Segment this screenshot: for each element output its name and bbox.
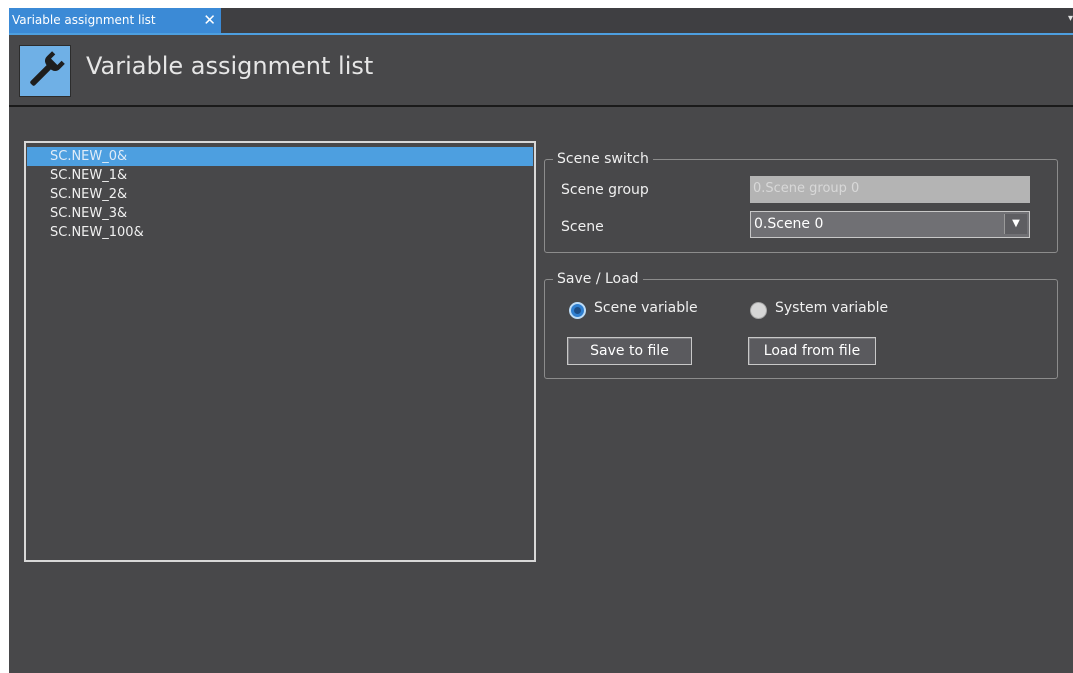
- list-item[interactable]: SC.NEW_0&: [27, 147, 533, 166]
- list-item[interactable]: SC.NEW_1&: [27, 165, 533, 186]
- radio-checked-icon[interactable]: [569, 302, 586, 319]
- list-item[interactable]: SC.NEW_2&: [27, 184, 533, 205]
- wrench-icon: [19, 45, 71, 97]
- save-to-file-button[interactable]: Save to file: [567, 337, 692, 365]
- tab-variable-assignment-list[interactable]: Variable assignment list ✕: [9, 8, 221, 33]
- scene-variable-label: Scene variable: [594, 300, 698, 316]
- system-variable-radio[interactable]: System variable: [750, 300, 900, 322]
- save-load-title: Save / Load: [553, 269, 643, 289]
- scene-switch-title: Scene switch: [553, 149, 653, 169]
- tab-menu-chevron-icon[interactable]: ▾: [1068, 8, 1073, 30]
- system-variable-label: System variable: [775, 300, 889, 316]
- scene-variable-radio[interactable]: Scene variable: [569, 300, 709, 322]
- variable-list[interactable]: SC.NEW_0& SC.NEW_1& SC.NEW_2& SC.NEW_3& …: [24, 141, 536, 562]
- chevron-down-icon[interactable]: ▼: [1004, 214, 1027, 234]
- page-title: Variable assignment list: [86, 52, 374, 80]
- scene-group-field: 0.Scene group 0: [750, 176, 1030, 203]
- scene-select-value: 0.Scene 0: [754, 216, 824, 232]
- list-item[interactable]: SC.NEW_100&: [27, 222, 533, 243]
- list-item[interactable]: SC.NEW_3&: [27, 203, 533, 224]
- tab-label: Variable assignment list: [12, 13, 156, 27]
- scene-group-label: Scene group: [561, 182, 649, 198]
- scene-label: Scene: [561, 219, 604, 235]
- scene-select[interactable]: 0.Scene 0 ▼: [750, 211, 1030, 238]
- radio-unchecked-icon[interactable]: [750, 302, 767, 319]
- save-load-group: Save / Load Scene variable System variab…: [544, 269, 1058, 379]
- load-from-file-button[interactable]: Load from file: [748, 337, 876, 365]
- close-icon[interactable]: ✕: [203, 8, 216, 33]
- tab-strip: Variable assignment list ✕ ▾: [9, 8, 1073, 35]
- scene-switch-group: Scene switch Scene group 0.Scene group 0…: [544, 149, 1058, 253]
- editor-window: Variable assignment list ✕ ▾ Variable as…: [9, 8, 1073, 673]
- page-header: Variable assignment list: [9, 35, 1073, 107]
